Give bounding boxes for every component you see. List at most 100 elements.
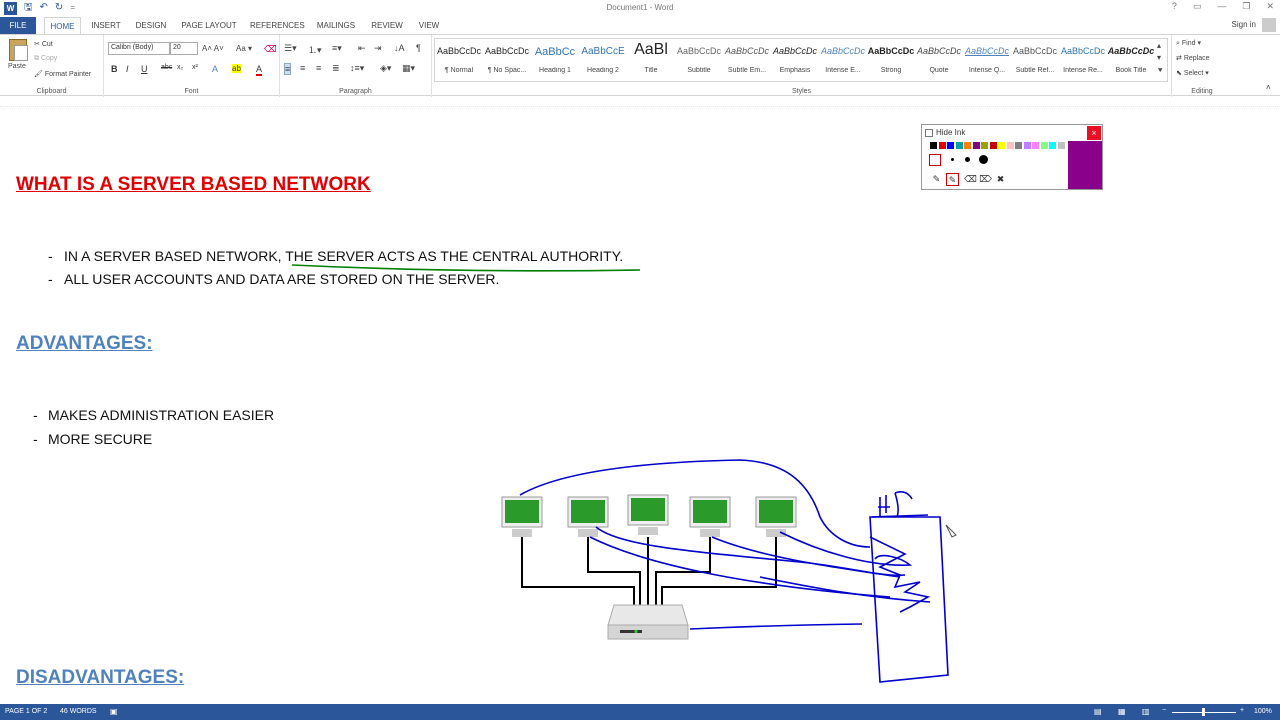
read-mode-icon[interactable]: ▤ xyxy=(1094,707,1102,716)
zoom-slider-thumb[interactable] xyxy=(1202,708,1205,716)
paste-button[interactable]: Paste xyxy=(8,63,26,70)
copy-button[interactable]: ⧉ Copy xyxy=(34,55,57,63)
strikethrough-icon[interactable]: abc xyxy=(161,64,172,71)
sort-icon[interactable]: ↓A xyxy=(394,43,405,53)
text-effects-icon[interactable]: A xyxy=(212,64,218,74)
print-layout-icon[interactable]: ▦ xyxy=(1118,707,1126,716)
styles-scroll-down-icon[interactable]: ▾ xyxy=(1157,53,1161,62)
superscript-icon[interactable]: x² xyxy=(192,64,198,71)
justify-icon[interactable]: ≣ xyxy=(332,63,340,74)
ink-color-swatch[interactable] xyxy=(947,142,954,149)
select-button[interactable]: ⬉ Select ▾ xyxy=(1176,69,1209,77)
ink-color-swatch[interactable] xyxy=(1006,142,1014,149)
style-emphasis[interactable]: AaBbCcDc Emphasis xyxy=(771,39,819,81)
zoom-level[interactable]: 100% xyxy=(1254,708,1272,715)
ink-color-swatch[interactable] xyxy=(955,142,963,149)
ribbon-display-icon[interactable]: ▭ xyxy=(1193,1,1202,12)
proofing-icon[interactable]: ▣ xyxy=(110,707,118,716)
style-subtle-emphasis[interactable]: AaBbCcDc Subtle Em... xyxy=(723,39,771,81)
style-heading-1[interactable]: AaBbCc Heading 1 xyxy=(531,39,579,81)
font-color-icon[interactable]: A xyxy=(256,64,263,76)
ink-color-swatch[interactable] xyxy=(1032,142,1039,149)
style-title[interactable]: AaBl Title xyxy=(627,39,675,81)
style-intense-emphasis[interactable]: AaBbCcDc Intense E... xyxy=(819,39,867,81)
help-icon[interactable]: ? xyxy=(1172,1,1177,12)
style-quote[interactable]: AaBbCcDc Quote xyxy=(915,39,963,81)
change-case-icon[interactable]: Aa ▾ xyxy=(236,44,252,53)
ink-color-swatch[interactable] xyxy=(938,142,946,149)
increase-indent-icon[interactable]: ⇥ xyxy=(374,43,382,54)
pen-size-large[interactable] xyxy=(979,155,988,164)
subscript-icon[interactable]: x₂ xyxy=(177,64,183,71)
tab-page-layout[interactable]: PAGE LAYOUT xyxy=(180,17,238,34)
web-layout-icon[interactable]: ▥ xyxy=(1142,707,1150,716)
ink-color-swatch[interactable] xyxy=(1015,142,1022,149)
borders-icon[interactable]: ▦▾ xyxy=(402,63,415,74)
show-marks-icon[interactable]: ¶ xyxy=(416,43,421,53)
align-left-icon[interactable]: ≡ xyxy=(284,63,292,75)
font-name-select[interactable]: Calibri (Body) xyxy=(108,42,170,55)
stroke-eraser-icon[interactable]: ⌦ xyxy=(979,173,992,186)
style-heading-2[interactable]: AaBbCcE Heading 2 xyxy=(579,39,627,81)
format-painter-button[interactable]: 🖌 Format Painter xyxy=(34,70,91,78)
ink-color-swatch[interactable] xyxy=(981,142,988,149)
ink-color-swatch[interactable] xyxy=(1023,142,1031,149)
zoom-out-icon[interactable]: − xyxy=(1162,707,1166,714)
style-subtitle[interactable]: AaBbCcDc Subtitle xyxy=(675,39,723,81)
replace-button[interactable]: ⇄ Replace xyxy=(1176,54,1210,62)
sign-in-link[interactable]: Sign in xyxy=(1232,20,1256,29)
ink-color-swatch[interactable] xyxy=(989,142,997,149)
pen-size-small[interactable] xyxy=(951,158,954,161)
close-ink-toolbar-button[interactable]: × xyxy=(1087,126,1101,140)
page-count[interactable]: PAGE 1 OF 2 xyxy=(5,708,47,715)
align-center-icon[interactable]: ≡ xyxy=(300,63,305,73)
bold-icon[interactable]: B xyxy=(111,64,118,74)
style-intense-quote[interactable]: AaBbCcDc Intense Q... xyxy=(963,39,1011,81)
style-book-title[interactable]: AaBbCcDc Book Title xyxy=(1107,39,1155,81)
tab-mailings[interactable]: MAILINGS xyxy=(314,17,358,34)
ink-color-swatch[interactable] xyxy=(1049,142,1056,149)
word-count[interactable]: 46 WORDS xyxy=(60,708,97,715)
close-window-icon[interactable]: ✕ xyxy=(1266,1,1274,12)
style-normal[interactable]: AaBbCcDc ¶ Normal xyxy=(435,39,483,81)
tab-view[interactable]: VIEW xyxy=(415,17,443,34)
italic-icon[interactable]: I xyxy=(126,64,129,74)
underline-icon[interactable]: U xyxy=(141,64,148,74)
grow-font-icon[interactable]: A˄ A˅ xyxy=(202,44,224,53)
ink-color-swatch[interactable] xyxy=(964,142,971,149)
styles-more-icon[interactable]: ⯆ xyxy=(1157,66,1163,76)
clear-format-icon[interactable]: ⌫ xyxy=(264,44,277,55)
ink-color-swatch[interactable] xyxy=(998,142,1005,149)
line-spacing-icon[interactable]: ↕≡▾ xyxy=(350,63,364,74)
style-no-spacing[interactable]: AaBbCcDc ¶ No Spac... xyxy=(483,39,531,81)
ink-color-swatch[interactable] xyxy=(972,142,980,149)
collapse-ribbon-icon[interactable]: ˄ xyxy=(1266,83,1271,92)
highlight-icon[interactable]: ab xyxy=(232,64,241,73)
decrease-indent-icon[interactable]: ⇤ xyxy=(358,43,366,54)
avatar[interactable] xyxy=(1262,18,1276,32)
multilevel-list-icon[interactable]: ≡▾ xyxy=(332,43,342,54)
ink-color-swatch[interactable] xyxy=(1040,142,1048,149)
tab-insert[interactable]: INSERT xyxy=(89,17,123,34)
restore-icon[interactable]: ❐ xyxy=(1242,1,1250,12)
styles-scroll-up-icon[interactable]: ▴ xyxy=(1157,41,1161,50)
numbering-icon[interactable]: ⒈▾ xyxy=(308,43,322,56)
pen-size-smallest[interactable] xyxy=(929,154,941,166)
font-size-select[interactable]: 20 xyxy=(170,42,198,55)
paste-icon[interactable] xyxy=(9,39,28,61)
pen-size-medium[interactable] xyxy=(965,157,970,162)
minimize-icon[interactable]: — xyxy=(1217,1,1226,12)
pen-icon[interactable]: ✎ xyxy=(930,173,943,186)
tab-design[interactable]: DESIGN xyxy=(133,17,169,34)
tab-file[interactable]: FILE xyxy=(0,17,36,34)
shading-icon[interactable]: ◈▾ xyxy=(380,63,391,74)
clear-all-icon[interactable]: ✖ xyxy=(994,173,1007,186)
hide-ink-toggle[interactable]: Hide Ink xyxy=(925,128,965,137)
find-button[interactable]: ⌕ Find ▾ xyxy=(1176,39,1201,48)
tab-home[interactable]: HOME xyxy=(44,17,81,34)
ink-color-swatch[interactable] xyxy=(930,142,937,149)
cut-button[interactable]: ✂ Cut xyxy=(34,40,53,48)
bullets-icon[interactable]: ☰▾ xyxy=(284,43,297,54)
align-right-icon[interactable]: ≡ xyxy=(316,63,321,73)
ink-color-swatch[interactable] xyxy=(1057,142,1065,149)
